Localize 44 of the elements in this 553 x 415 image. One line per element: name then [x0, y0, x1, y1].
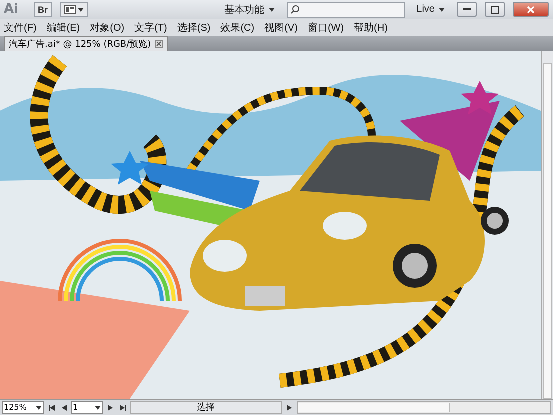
search-icon — [290, 5, 300, 14]
horizontal-scrollbar[interactable] — [297, 401, 551, 414]
tool-status[interactable]: 选择 — [130, 401, 282, 414]
vertical-scrollbar[interactable] — [541, 51, 553, 399]
last-page-button[interactable] — [118, 402, 127, 413]
arrange-documents-button[interactable] — [60, 2, 88, 17]
bridge-button[interactable]: Br — [34, 2, 52, 17]
layout-icon — [64, 5, 76, 14]
close-icon — [527, 6, 535, 14]
status-menu-button[interactable] — [285, 402, 294, 413]
close-icon[interactable] — [155, 40, 164, 48]
menu-item[interactable]: 视图(V) — [264, 20, 298, 34]
search-field[interactable] — [286, 2, 405, 18]
maximize-icon — [491, 6, 499, 14]
menu-item[interactable]: 帮助(H) — [354, 20, 388, 34]
menu-item[interactable]: 窗口(W) — [308, 20, 344, 34]
menu-item[interactable]: 选择(S) — [177, 20, 211, 34]
caret-icon — [268, 6, 275, 12]
last-page-icon — [120, 404, 126, 410]
maximize-button[interactable] — [485, 2, 505, 17]
caret-icon — [439, 6, 445, 12]
menu-item[interactable]: 效果(C) — [220, 20, 255, 34]
caret-icon — [36, 404, 42, 410]
play-icon — [286, 404, 292, 410]
next-icon — [108, 404, 114, 410]
menu-item[interactable]: 文件(F) — [4, 20, 37, 34]
close-button[interactable] — [513, 2, 549, 17]
zoom-field[interactable]: 125% — [2, 401, 44, 414]
page-field[interactable]: 1 — [71, 401, 103, 414]
caret-icon — [95, 404, 101, 410]
menu-item[interactable]: 对象(O) — [90, 20, 125, 34]
document-tab[interactable]: 汽车广告.ai* @ 125% (RGB/预览) — [4, 36, 168, 51]
next-page-button[interactable] — [106, 402, 115, 413]
previous-icon — [60, 404, 66, 410]
first-page-button[interactable] — [47, 402, 56, 413]
live-dropdown[interactable]: Live — [412, 2, 449, 18]
first-page-icon — [48, 404, 54, 410]
menu-item[interactable]: 编辑(E) — [46, 20, 80, 34]
app-logo: Ai — [4, 2, 20, 17]
caret-icon — [78, 6, 84, 12]
minimize-button[interactable] — [457, 2, 477, 17]
workspace-dropdown[interactable]: 基本功能 — [220, 2, 279, 18]
minimize-icon — [463, 8, 471, 11]
menu-item[interactable]: 文字(T) — [134, 20, 168, 34]
